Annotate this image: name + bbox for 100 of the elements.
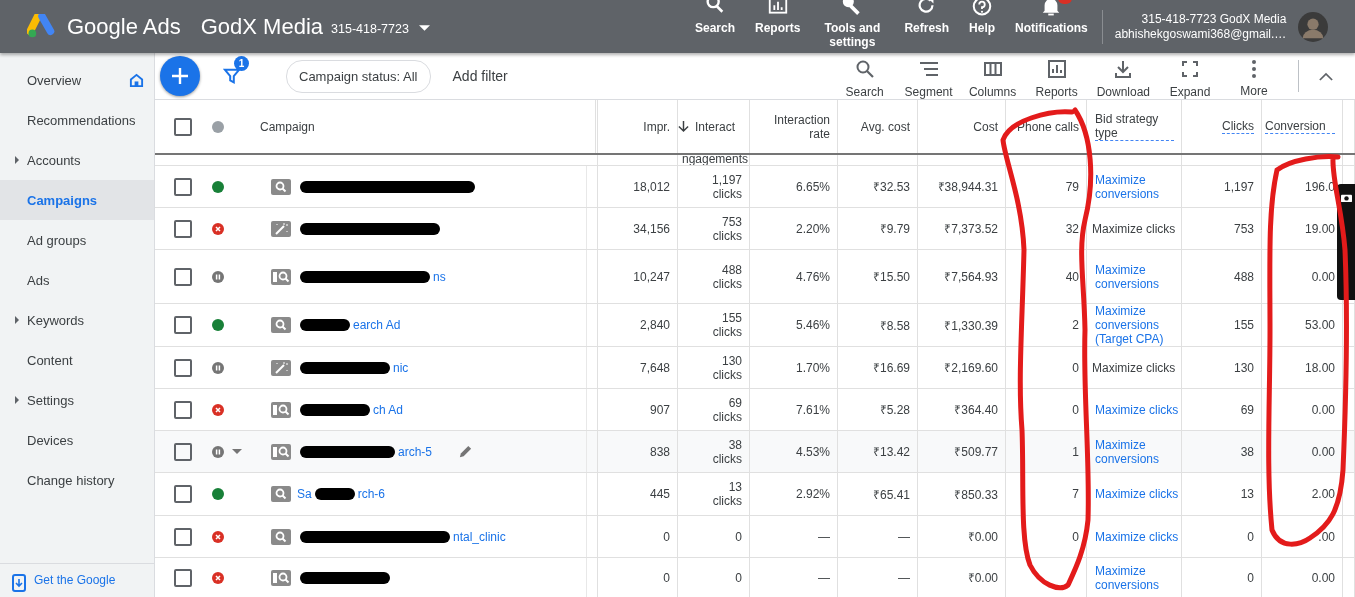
table-cell: 0.00 [1311, 269, 1335, 284]
table-cell: 34,156 [633, 221, 670, 236]
table-cell: 196.0 [1304, 179, 1335, 194]
bid-strategy-link[interactable]: Maximize conversions [1095, 172, 1181, 201]
checkbox[interactable] [174, 219, 192, 238]
toolbar-button[interactable]: More [1222, 54, 1286, 98]
table-cell: 79 [1065, 179, 1079, 194]
column-header[interactable]: Impr. [643, 119, 670, 134]
campaign-link[interactable]: ns [433, 269, 446, 284]
table-cell-text: ₹5.28 [879, 402, 910, 418]
filter-chip[interactable]: Campaign status: All [286, 59, 431, 93]
sidebar-item[interactable]: Devices [0, 420, 154, 460]
checkbox[interactable] [174, 358, 192, 377]
sidebar-item[interactable]: Content [0, 340, 154, 380]
column-header[interactable]: Avg. cost [860, 119, 910, 134]
table-cell: 4.53% [795, 444, 830, 459]
campaign-link[interactable]: arch-5 [398, 444, 432, 459]
sort-arrow-icon[interactable] [678, 119, 689, 133]
sidebar-item[interactable]: Accounts [0, 140, 154, 180]
toolbar-button[interactable]: Expand [1158, 53, 1222, 99]
table-cell-text: ₹7,373.52 [944, 221, 998, 237]
checkbox[interactable] [174, 485, 192, 503]
campaign-link[interactable]: ntal_clinic [453, 529, 506, 544]
column-header[interactable]: Campaign [260, 119, 315, 134]
nav-button[interactable]: Refresh [894, 0, 960, 35]
sidebar-item[interactable]: Keywords [0, 300, 154, 340]
bid-strategy-link[interactable]: Maximize conversions [1095, 262, 1181, 291]
bid-strategy-link[interactable]: Maximize conversions [1095, 563, 1181, 592]
toolbar-button[interactable]: Reports [1024, 53, 1089, 99]
enabled-status-icon [212, 319, 224, 331]
column-header[interactable]: Conversion [1265, 119, 1335, 134]
expand-icon [1180, 59, 1200, 79]
add-button[interactable] [160, 56, 200, 96]
column-header[interactable]: Cost [973, 119, 998, 134]
table-cell-text: ₹13.42 [872, 444, 910, 460]
wand-icon [271, 220, 291, 237]
avatar-icon[interactable] [1298, 11, 1329, 42]
sidebar-item[interactable]: Ads [0, 260, 154, 300]
mobile-app-link[interactable]: Get the Google [34, 574, 116, 586]
bid-strategy-link[interactable]: Maximize conversions (Target CPA) [1095, 304, 1181, 346]
campaign-link[interactable]: earch Ad [353, 318, 401, 332]
sidebar-label: Recommendations [27, 112, 136, 128]
sidebar-item[interactable]: Recommendations [0, 100, 154, 140]
column-header[interactable]: Clicks [1222, 119, 1254, 134]
campaign-link[interactable]: Sa [297, 487, 312, 501]
nav-button[interactable]: Notifications [1005, 0, 1098, 35]
redaction-mark [314, 488, 355, 500]
table-cell: 907 [649, 402, 670, 417]
table-cell: 18.00 [1304, 360, 1335, 375]
checkbox[interactable] [174, 177, 192, 196]
dropdown-caret-icon[interactable] [232, 449, 242, 454]
enabled-status-icon [212, 488, 224, 500]
table-cell: 753 [721, 214, 742, 229]
checkbox[interactable] [174, 316, 192, 334]
checkbox[interactable] [174, 568, 192, 587]
toolbar-button[interactable]: Segment [896, 53, 961, 99]
column-header[interactable]: Bid strategy type [1095, 112, 1174, 141]
table-cell: 38 [1240, 444, 1254, 459]
filter-icon[interactable] [223, 67, 241, 85]
column-header[interactable]: Interact [678, 119, 742, 134]
checkbox[interactable] [174, 442, 192, 461]
nav-button[interactable]: Reports [745, 0, 811, 35]
sidebar-item[interactable]: Settings [0, 380, 154, 420]
sidebar-label: Change history [27, 472, 115, 488]
pencil-icon[interactable] [458, 444, 473, 459]
campaign-link[interactable]: nic [393, 360, 409, 375]
nav-button[interactable]: Search [685, 0, 746, 35]
table-cell-text: ₹16.69 [872, 360, 910, 376]
sidebar-label: Ad groups [27, 232, 87, 248]
bid-strategy-link[interactable]: Maximize clicks [1095, 402, 1179, 417]
campaign-link[interactable]: ch Ad [373, 402, 404, 417]
expand-arrow-icon [15, 156, 19, 164]
checkbox[interactable] [174, 400, 192, 419]
checkbox[interactable] [174, 527, 192, 546]
redaction-mark [300, 319, 350, 331]
checkbox[interactable] [174, 267, 192, 286]
redaction-mark [300, 403, 370, 416]
sidebar-item[interactable]: Campaigns [0, 180, 154, 220]
collapse-caret-icon[interactable] [1319, 71, 1333, 81]
sidebar-item[interactable]: Change history [0, 460, 154, 500]
sidebar-item[interactable]: Overview [0, 60, 154, 100]
add-filter-button[interactable]: Add filter [446, 67, 514, 85]
toolbar-button[interactable]: Columns [960, 53, 1025, 99]
toolbar-button[interactable]: Download [1088, 53, 1158, 99]
bid-strategy-link[interactable]: Maximize clicks [1095, 487, 1179, 501]
nav-button[interactable]: Help [959, 0, 1006, 35]
bid-strategy-link[interactable]: Maximize clicks [1095, 529, 1179, 544]
nav-button[interactable]: Tools and settings [810, 0, 895, 49]
table-cell: 53.00 [1304, 318, 1335, 332]
table-cell: 2,840 [639, 318, 670, 332]
table-cell: 0.00 [1311, 402, 1335, 417]
column-header[interactable]: Interaction rate [766, 112, 830, 141]
sidebar-item[interactable]: Ad groups [0, 220, 154, 260]
toolbar-button[interactable]: Search [832, 53, 897, 99]
dropdown-caret-icon[interactable] [418, 25, 430, 31]
table-cell: clicks [712, 276, 742, 291]
checkbox[interactable] [174, 117, 192, 136]
campaign-link[interactable]: rch-6 [357, 487, 386, 501]
bid-strategy-link[interactable]: Maximize conversions [1095, 437, 1181, 466]
table-cell: 2 [1072, 318, 1079, 332]
